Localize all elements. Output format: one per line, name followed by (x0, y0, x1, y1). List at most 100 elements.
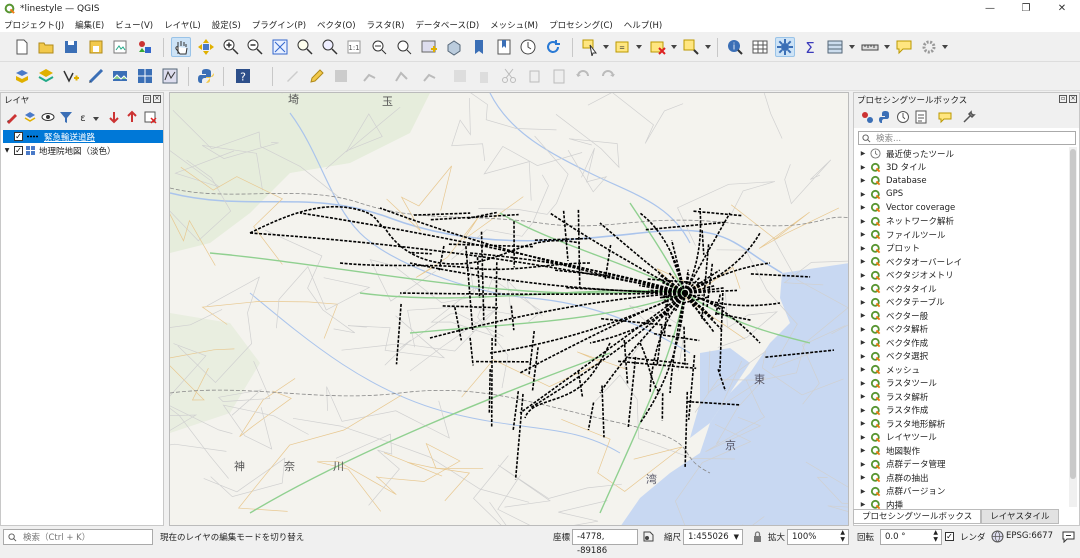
layer-item-gsi-pale-map[interactable]: ▼ ✓ 地理院地図（淡色） (3, 144, 163, 157)
processing-group-item[interactable]: ▶ラスタ解析 (858, 390, 1068, 404)
identify-icon[interactable]: i (725, 37, 745, 57)
processing-scrollbar[interactable] (1069, 147, 1077, 507)
zoom-native-icon[interactable]: 1:1 (344, 37, 364, 57)
scripts-icon[interactable] (878, 110, 892, 124)
menu-plugins[interactable]: プラグイン(P) (252, 19, 306, 31)
expand-arrow-icon[interactable]: ▶ (858, 299, 868, 306)
processing-group-item[interactable]: ▶点群の抽出 (858, 471, 1068, 485)
models-icon[interactable] (860, 110, 874, 124)
map-tips-icon[interactable] (894, 37, 914, 57)
close-panel-icon[interactable]: × (1069, 95, 1077, 103)
float-panel-icon[interactable]: ▫ (1059, 95, 1067, 103)
edit-features-in-place-icon[interactable] (938, 110, 952, 124)
expand-arrow-icon[interactable]: ▶ (858, 164, 868, 171)
processing-group-item[interactable]: ▶地図製作 (858, 444, 1068, 458)
zoom-to-layer-icon[interactable] (320, 37, 340, 57)
history-icon[interactable] (896, 110, 910, 124)
results-viewer-icon[interactable] (914, 110, 928, 124)
expand-arrow-icon[interactable]: ▶ (858, 501, 868, 508)
add-vector-icon[interactable] (61, 66, 81, 86)
processing-group-item[interactable]: ▶GPS (858, 188, 1068, 202)
menu-processing[interactable]: プロセシング(C) (549, 19, 613, 31)
zoom-to-selection-icon[interactable] (295, 37, 315, 57)
attribute-table-icon[interactable] (750, 37, 770, 57)
add-layer-icon[interactable] (36, 66, 56, 86)
magnifier-spinbox[interactable]: 100% ▲▼ (787, 529, 849, 545)
select-features-icon[interactable] (580, 37, 600, 57)
processing-toolbox-icon[interactable] (775, 37, 795, 57)
zoom-last-icon[interactable] (369, 37, 389, 57)
lock-scale-icon[interactable] (751, 530, 764, 543)
toggle-extents-icon[interactable] (641, 530, 654, 543)
processing-group-item[interactable]: ▶点群データ管理 (858, 458, 1068, 472)
processing-group-item[interactable]: ▶ベクタ解析 (858, 323, 1068, 337)
new-project-icon[interactable] (12, 37, 32, 57)
coordinate-field[interactable]: -4778, -89186 (572, 529, 638, 545)
help-contents-icon[interactable]: ? (233, 66, 253, 86)
expand-arrow-icon[interactable]: ▶ (858, 434, 868, 441)
add-wfs-icon[interactable] (160, 66, 180, 86)
expand-arrow-icon[interactable]: ▶ (858, 218, 868, 225)
close-panel-icon[interactable]: × (153, 95, 161, 103)
deselect-icon[interactable] (648, 37, 668, 57)
visibility-icon[interactable] (41, 110, 55, 124)
processing-group-item[interactable]: ▶最近使ったツール (858, 147, 1068, 161)
layer-visibility-checkbox[interactable]: ✓ (14, 146, 23, 155)
zoom-next-icon[interactable] (394, 37, 414, 57)
scrollbar-thumb[interactable] (1070, 149, 1076, 479)
digitize-icon[interactable] (86, 66, 106, 86)
tab-processing-toolbox[interactable]: プロセシングツールボックス (853, 509, 981, 524)
temporal-controller-icon[interactable] (518, 37, 538, 57)
expand-arrow-icon[interactable]: ▶ (858, 339, 868, 346)
chevron-down-icon[interactable]: ▼ (734, 530, 739, 544)
save-project-icon[interactable] (61, 37, 81, 57)
expand-arrow-icon[interactable]: ▶ (858, 285, 868, 292)
spinner-arrows-icon[interactable]: ▲▼ (933, 529, 938, 543)
expand-arrow-icon[interactable]: ▶ (858, 204, 868, 211)
layer-style-icon[interactable] (5, 110, 19, 124)
menu-database[interactable]: データベース(D) (415, 19, 479, 31)
processing-group-item[interactable]: ▶ファイルツール (858, 228, 1068, 242)
expand-arrow-icon[interactable]: ▶ (858, 407, 868, 414)
processing-search-input[interactable]: 検索... (858, 131, 1076, 145)
add-group-icon[interactable] (23, 110, 37, 124)
expand-arrow-icon[interactable]: ▶ (858, 353, 868, 360)
expand-arrow-icon[interactable]: ▶ (858, 245, 868, 252)
scale-combobox[interactable]: 1:455026 ▼ (683, 529, 743, 545)
close-button[interactable]: ✕ (1044, 0, 1080, 17)
expand-arrow-icon[interactable]: ▶ (858, 393, 868, 400)
expand-arrow-icon[interactable]: ▶ (858, 177, 868, 184)
menu-vector[interactable]: ベクタ(O) (317, 19, 355, 31)
menu-mesh[interactable]: メッシュ(M) (490, 19, 538, 31)
layer-visibility-checkbox[interactable]: ✓ (14, 132, 23, 141)
style-manager-icon[interactable] (135, 37, 155, 57)
processing-group-item[interactable]: ▶ベクタ作成 (858, 336, 1068, 350)
open-project-icon[interactable] (36, 37, 56, 57)
expand-arrow-icon[interactable]: ▶ (858, 258, 868, 265)
menu-settings[interactable]: 設定(S) (212, 19, 241, 31)
pencil-icon[interactable] (306, 66, 326, 86)
processing-group-item[interactable]: ▶ベクタ選択 (858, 350, 1068, 364)
expand-arrow-icon[interactable]: ▶ (858, 366, 868, 373)
pan-to-selection-icon[interactable] (196, 37, 216, 57)
processing-group-item[interactable]: ▶ベクター般 (858, 309, 1068, 323)
spinner-arrows-icon[interactable]: ▲▼ (840, 529, 845, 543)
processing-group-item[interactable]: ▶ネットワーク解析 (858, 215, 1068, 229)
print-layout-icon[interactable] (110, 37, 130, 57)
zoom-in-icon[interactable] (221, 37, 241, 57)
options-icon[interactable] (962, 110, 976, 124)
measure-icon[interactable] (860, 37, 880, 57)
map-canvas[interactable]: 埼 玉 東 京 神 奈 川 湾 (169, 92, 849, 526)
select-by-value-icon[interactable]: = (613, 37, 633, 57)
collapse-all-icon[interactable] (125, 110, 139, 124)
expand-arrow-icon[interactable]: ▶ (858, 150, 868, 157)
processing-group-item[interactable]: ▶点群バージョン (858, 485, 1068, 499)
crs-label[interactable]: EPSG:6677 (1006, 531, 1053, 541)
menu-layer[interactable]: レイヤ(L) (164, 19, 201, 31)
expand-all-icon[interactable] (107, 110, 121, 124)
expand-arrow-icon[interactable]: ▶ (858, 191, 868, 198)
remove-layer-icon[interactable] (143, 110, 157, 124)
show-bookmarks-icon[interactable] (494, 37, 514, 57)
crs-globe-icon[interactable] (991, 530, 1004, 543)
rotation-spinbox[interactable]: 0.0 ° ▲▼ (880, 529, 942, 545)
